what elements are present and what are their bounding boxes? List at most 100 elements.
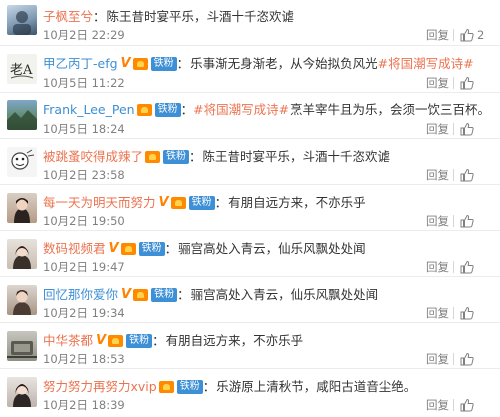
comment-time: 10月5日 18:24 [43,122,125,136]
avatar[interactable] [7,239,37,269]
comment-username[interactable]: 每一天为明天而努力 [43,195,156,211]
divider [453,123,454,135]
colon: ： [214,195,228,210]
comment-text: 乐事渐无身渐老，从今始拟负风光 [190,56,378,71]
comment-item: 努力努力再努力xvip 铁粉 ： 乐游原上清秋节，咸阳古道音尘绝。 10月2日 … [0,369,500,417]
thumbs-up-icon[interactable] [460,260,474,274]
comment-text: 骊宫高处入青云，仙乐风飘处处闻 [190,287,379,302]
reply-button[interactable]: 回复 [426,399,449,411]
reply-button[interactable]: 回复 [426,307,449,319]
comment-username[interactable]: Frank_Lee_Pen [43,102,135,118]
thumbs-up-icon[interactable] [460,168,474,182]
avatar[interactable] [7,285,37,315]
crown-icon [133,289,149,301]
reply-button[interactable]: 回复 [426,261,449,273]
comment-time: 10月5日 11:22 [43,76,125,90]
divider [453,169,454,181]
reply-button[interactable]: 回复 [426,123,449,135]
comment-item: 老A 甲乙丙丁-efg V 铁粉 ： 乐事渐无身渐老，从今始拟负风光 #将国潮写… [0,46,500,93]
colon: ： [202,379,216,394]
thumbs-up-icon[interactable] [460,214,474,228]
avatar[interactable] [7,193,37,223]
v-badge-icon: V [96,333,107,348]
reply-button[interactable]: 回复 [426,77,449,89]
fan-badge[interactable]: 铁粉 [151,288,178,302]
divider [453,353,454,365]
reply-button[interactable]: 回复 [426,215,449,227]
comment-item: 子枫至兮 ： 陈王昔时宴平乐，斗酒十千恣欢谑 10月2日 22:29 回复 2 [0,0,500,46]
comment-username[interactable]: 被跳蚤咬得成辣了 [43,149,143,165]
avatar[interactable] [7,331,37,361]
thumbs-up-icon[interactable] [460,28,474,42]
crown-icon [120,243,136,255]
comment-text: 有朋自远方来，不亦乐乎 [165,333,304,348]
reply-button[interactable]: 回复 [426,169,449,181]
divider [453,399,454,411]
reply-button[interactable]: 回复 [426,29,449,41]
comment-time: 10月2日 18:39 [43,398,125,412]
like-count: 2 [477,28,485,42]
comment-list: 子枫至兮 ： 陈王昔时宴平乐，斗酒十千恣欢谑 10月2日 22:29 回复 2 … [0,0,500,417]
crown-icon [170,197,186,209]
comment-text: 有朋自远方来，不亦乐乎 [228,195,366,210]
comment-username[interactable]: 子枫至兮 [43,9,93,25]
fan-badge[interactable]: 铁粉 [188,196,215,210]
fan-badge[interactable]: 铁粉 [176,380,203,394]
comment-item: 每一天为明天而努力 V 铁粉 ： 有朋自远方来，不亦乐乎 10月2日 19:50… [0,185,500,231]
colon: ： [152,333,165,348]
thumbs-up-icon[interactable] [460,76,474,90]
reply-button[interactable]: 回复 [426,353,449,365]
crown-icon [108,335,124,347]
topic-link[interactable]: #将国潮写成诗# [378,56,474,72]
avatar[interactable] [7,147,37,177]
fan-badge[interactable]: 铁粉 [138,242,165,256]
thumbs-up-icon[interactable] [460,306,474,320]
v-badge-icon: V [158,195,169,210]
v-badge-icon: V [121,287,132,302]
comment-item: 中华茶都 V 铁粉 ： 有朋自远方来，不亦乐乎 10月2日 18:53 回复 [0,323,500,369]
comment-text: 烹羊宰牛且为乐，会须一饮三百杯。 [290,102,491,117]
comment-text: 乐游原上清秋节，咸阳古道音尘绝。 [216,379,417,394]
avatar[interactable] [7,100,37,130]
avatar[interactable] [7,5,37,35]
thumbs-up-icon[interactable] [460,352,474,366]
comment-username[interactable]: 中华茶都 [43,333,93,349]
comment-item: 数码视频君 V 铁粉 ： 骊宫高处入青云，仙乐风飘处处闻 10月2日 19:47… [0,231,500,277]
fan-badge[interactable]: 铁粉 [150,57,177,71]
colon: ： [180,102,194,117]
comment-item: 被跳蚤咬得成辣了 铁粉 ： 陈王昔时宴平乐，斗酒十千恣欢谑 10月2日 23:5… [0,139,500,185]
avatar[interactable]: 老A [7,54,37,84]
avatar[interactable] [7,377,37,407]
v-badge-icon: V [120,56,131,71]
fan-badge[interactable]: 铁粉 [154,103,181,117]
colon: ： [177,287,190,302]
topic-link[interactable]: #将国潮写成诗# [193,102,289,118]
crown-icon [136,104,152,116]
colon: ： [176,56,190,71]
colon: ： [189,149,202,164]
comment-username[interactable]: 努力努力再努力xvip [43,379,157,395]
comment-text: 陈王昔时宴平乐，斗酒十千恣欢谑 [202,149,391,164]
comment-username[interactable]: 甲乙丙丁-efg [43,56,118,72]
comment-time: 10月2日 18:53 [43,352,125,366]
fan-badge[interactable]: 铁粉 [126,334,153,348]
colon: ： [164,241,178,256]
colon: ： [93,9,106,24]
thumbs-up-icon[interactable] [460,122,474,136]
comment-time: 10月2日 22:29 [43,28,125,42]
thumbs-up-icon[interactable] [460,398,474,412]
v-badge-icon: V [108,241,119,256]
comment-text: 陈王昔时宴平乐，斗酒十千恣欢谑 [106,9,295,24]
fan-badge[interactable]: 铁粉 [163,150,190,164]
comment-item: 回忆那你爱你 V 铁粉 ： 骊宫高处入青云，仙乐风飘处处闻 10月2日 19:3… [0,277,500,323]
comment-text: 骊宫高处入青云，仙乐风飘处处闻 [178,241,366,256]
crown-icon [145,151,161,163]
comment-username[interactable]: 回忆那你爱你 [43,287,118,303]
comment-username[interactable]: 数码视频君 [43,241,106,257]
divider [453,261,454,273]
crown-icon [158,381,174,393]
crown-icon [132,58,148,70]
comment-item: Frank_Lee_Pen 铁粉 ： #将国潮写成诗# 烹羊宰牛且为乐，会须一饮… [0,93,500,139]
divider [453,215,454,227]
divider [453,307,454,319]
